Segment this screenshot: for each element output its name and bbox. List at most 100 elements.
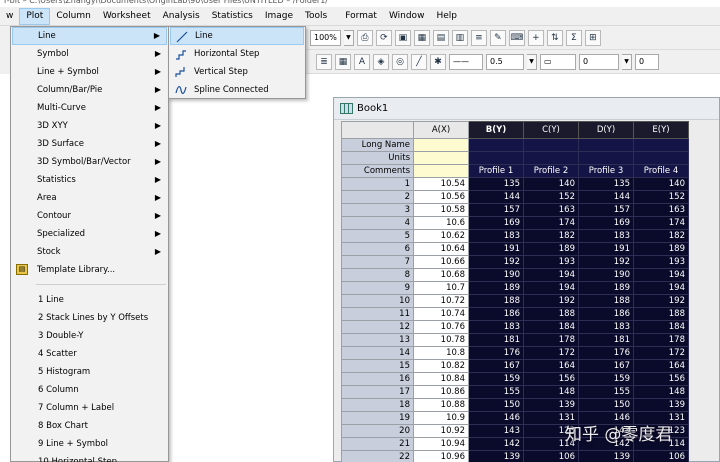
meta-cell[interactable] [578,138,634,152]
data-cell[interactable]: 183 [578,229,634,243]
data-cell[interactable]: 144 [468,190,524,204]
data-cell[interactable]: 10.96 [413,450,469,462]
data-cell[interactable]: 10.78 [413,333,469,347]
fill-color-icon[interactable]: ◈ [373,53,389,70]
book-window[interactable]: Book1 A(X) B(Y) C(Y) D(Y) E(Y) Long Name… [333,97,720,462]
meta-cell[interactable] [633,151,689,165]
data-cell[interactable]: 192 [523,294,579,308]
row-number[interactable]: 1 [341,177,414,191]
data-cell[interactable]: 188 [633,307,689,321]
row-number[interactable]: 3 [341,203,414,217]
font-size-field[interactable]: 0 [635,53,659,70]
data-cell[interactable]: 186 [578,307,634,321]
meta-cell[interactable] [413,151,469,165]
data-cell[interactable]: 140 [633,177,689,191]
menu-column[interactable]: Column [50,8,96,25]
row-number[interactable]: 7 [341,255,414,269]
data-cell[interactable]: 150 [578,398,634,412]
meta-cell[interactable] [523,138,579,152]
new-graph-icon[interactable]: ▣ [394,29,411,46]
project-explorer-icon[interactable]: ▥ [451,29,468,46]
recent-plot-item[interactable]: 5 Histogram [12,363,167,381]
plot-menu-item-area[interactable]: Area ▶ [12,189,167,207]
data-cell[interactable]: 164 [523,359,579,373]
data-cell[interactable]: 135 [468,177,524,191]
data-cell[interactable]: 191 [578,242,634,256]
meta-cell[interactable] [468,151,524,165]
data-cell[interactable]: 192 [578,255,634,269]
recent-plot-item[interactable]: 7 Column + Label [12,399,167,417]
menu-plot[interactable]: Plot [19,7,51,25]
data-cell[interactable]: 106 [633,450,689,462]
column-header-a[interactable]: A(X) [413,121,469,139]
meta-cell[interactable] [523,151,579,165]
line-color-icon[interactable]: ╱ [411,53,427,70]
data-cell[interactable]: 159 [578,372,634,386]
new-matrix-icon[interactable]: ▤ [432,29,449,46]
symbol-icon[interactable]: ✱ [430,53,446,70]
zoom-field[interactable]: 100% [310,29,341,46]
meta-cell[interactable] [578,151,634,165]
data-cell[interactable]: 163 [633,203,689,217]
data-cell[interactable]: 139 [578,450,634,462]
data-cell[interactable]: 155 [468,385,524,399]
data-cell[interactable]: 10.66 [413,255,469,269]
data-cell[interactable]: 194 [523,281,579,295]
data-cell[interactable]: 172 [633,346,689,360]
border-style-field[interactable]: ▭ [540,53,576,70]
row-number[interactable]: 19 [341,411,414,425]
line-style-field[interactable]: —— [449,53,483,70]
data-cell[interactable]: 150 [468,398,524,412]
number-field[interactable]: 0 [579,53,619,70]
row-number[interactable]: 18 [341,398,414,412]
data-cell[interactable]: 169 [468,216,524,230]
data-cell[interactable]: 194 [523,268,579,282]
data-cell[interactable]: 10.64 [413,242,469,256]
menu-tools[interactable]: Tools [299,8,333,25]
line-submenu-item-vertical-step[interactable]: Vertical Step [170,63,304,81]
row-number[interactable]: 5 [341,229,414,243]
meta-cell[interactable]: Profile 1 [468,164,524,178]
data-cell[interactable]: 193 [523,255,579,269]
plot-menu-item-line-symbol[interactable]: Line + Symbol ▶ [12,63,167,81]
data-cell[interactable]: 10.88 [413,398,469,412]
data-cell[interactable]: 156 [523,372,579,386]
data-cell[interactable]: 10.84 [413,372,469,386]
line-submenu-item-line[interactable]: Line [170,27,304,45]
row-number[interactable]: 15 [341,359,414,373]
data-cell[interactable]: 155 [578,385,634,399]
data-cell[interactable]: 152 [633,190,689,204]
row-number[interactable]: 13 [341,333,414,347]
data-cell[interactable]: 135 [578,177,634,191]
plot-menu-item-multi-curve[interactable]: Multi-Curve ▶ [12,99,167,117]
refresh-icon[interactable]: ⟳ [375,29,392,46]
menu-w[interactable]: w [0,8,19,25]
meta-row-label[interactable]: Units [341,151,414,165]
data-cell[interactable]: 10.68 [413,268,469,282]
data-cell[interactable]: 106 [523,450,579,462]
data-cell[interactable]: 194 [633,268,689,282]
row-number[interactable]: 6 [341,242,414,256]
data-cell[interactable]: 178 [633,333,689,347]
data-cell[interactable]: 182 [523,229,579,243]
number-dropdown-arrow[interactable]: ▼ [622,53,632,70]
column-header-c[interactable]: C(Y) [523,121,579,139]
data-cell[interactable]: 164 [633,359,689,373]
meta-row-label[interactable]: Long Name [341,138,414,152]
data-cell[interactable]: 152 [523,190,579,204]
plot-menu-item-contour[interactable]: Contour ▶ [12,207,167,225]
data-cell[interactable]: 191 [468,242,524,256]
recent-plot-item[interactable]: 6 Column [12,381,167,399]
row-number[interactable]: 17 [341,385,414,399]
recent-plot-item[interactable]: 10 Horizontal Step [12,453,167,462]
data-cell[interactable]: 142 [468,437,524,451]
data-cell[interactable]: 169 [578,216,634,230]
data-cell[interactable]: 143 [468,424,524,438]
menu-window[interactable]: Window [383,8,431,25]
plot-menu-item-column-bar-pie[interactable]: Column/Bar/Pie ▶ [12,81,167,99]
data-cell[interactable]: 186 [468,307,524,321]
data-cell[interactable]: 10.72 [413,294,469,308]
data-cell[interactable]: 10.82 [413,359,469,373]
data-cell[interactable]: 10.94 [413,437,469,451]
data-cell[interactable]: 10.58 [413,203,469,217]
